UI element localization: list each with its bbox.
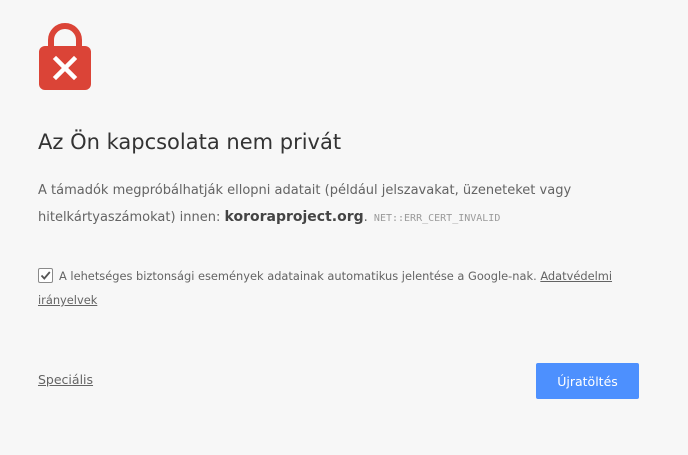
error-code: NET::ERR_CERT_INVALID [373,213,501,224]
checkmark-icon [40,270,51,280]
explanation-period: . [363,210,368,225]
page-title: Az Ön kapcsolata nem privát [38,130,342,154]
reporting-label: A lehetséges biztonsági események adatai… [59,269,537,283]
reporting-checkbox[interactable] [38,267,53,283]
advanced-link[interactable]: Speciális [38,372,93,387]
reporting-option: A lehetséges biztonsági események adatai… [38,264,638,312]
reload-button[interactable]: Újratöltés [536,363,639,399]
lock-error-icon [38,22,92,90]
hostname: kororaproject.org [224,209,364,225]
error-explanation: A támadók megpróbálhatják ellopni adatai… [38,178,638,232]
